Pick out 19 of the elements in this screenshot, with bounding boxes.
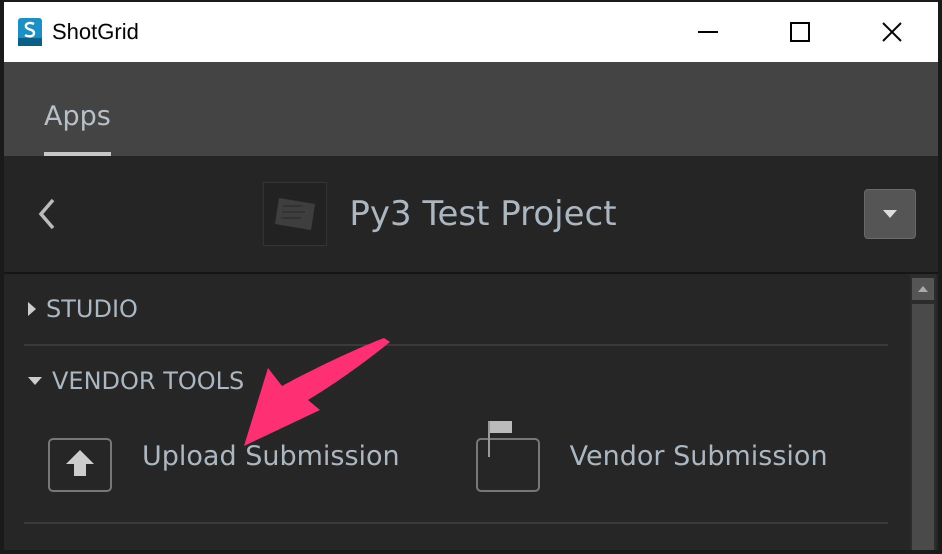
upload-icon <box>48 438 112 492</box>
dropdown-button[interactable] <box>864 189 916 239</box>
close-icon <box>882 22 902 42</box>
flag-icon <box>476 420 540 492</box>
app-logo-icon <box>18 18 42 46</box>
app-launcher[interactable]: Upload Submission <box>48 420 400 492</box>
minimize-icon <box>698 31 718 33</box>
window-title: ShotGrid <box>52 19 140 45</box>
app-launcher[interactable]: Vendor Submission <box>476 420 828 492</box>
back-icon[interactable] <box>38 198 56 230</box>
caret-down-icon <box>28 377 42 385</box>
caret-right-icon <box>28 302 36 316</box>
caret-icon <box>883 210 897 218</box>
scroll-up-icon[interactable] <box>918 286 928 292</box>
project-title: Py3 Test Project <box>349 194 617 234</box>
scrollbar[interactable] <box>910 274 936 550</box>
section-header[interactable]: VENDOR TOOLS <box>24 346 244 416</box>
maximize-icon <box>790 22 810 42</box>
section-header[interactable]: STUDIO <box>24 274 138 344</box>
